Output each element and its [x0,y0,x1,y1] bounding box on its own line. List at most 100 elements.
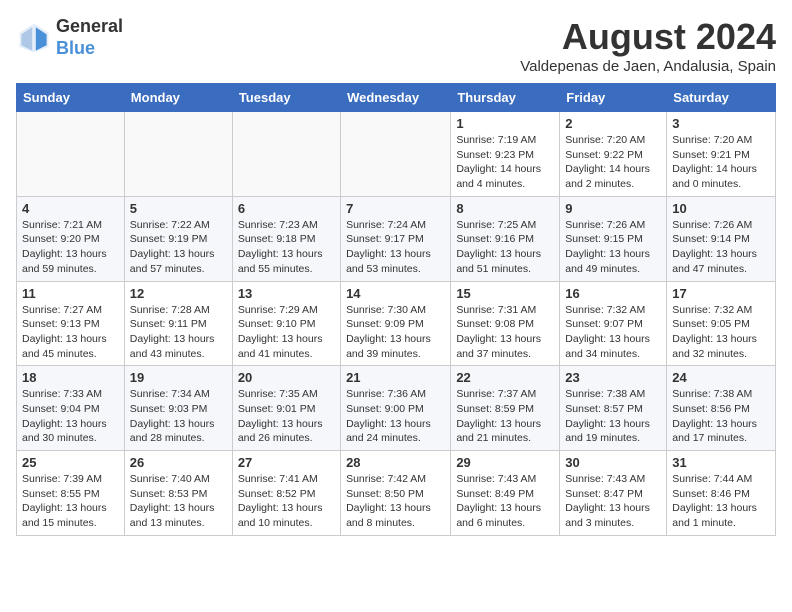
calendar-cell [124,112,232,197]
weekday-header-monday: Monday [124,84,232,112]
calendar-cell: 26 Sunrise: 7:40 AM Sunset: 8:53 PM Dayli… [124,451,232,536]
calendar-cell: 16 Sunrise: 7:32 AM Sunset: 9:07 PM Dayli… [560,281,667,366]
day-info: Sunrise: 7:37 AM Sunset: 8:59 PM Dayligh… [456,387,554,446]
day-number: 24 [672,370,770,385]
calendar-cell: 22 Sunrise: 7:37 AM Sunset: 8:59 PM Dayli… [451,366,560,451]
weekday-header-thursday: Thursday [451,84,560,112]
day-info: Sunrise: 7:33 AM Sunset: 9:04 PM Dayligh… [22,387,119,446]
location: Valdepenas de Jaen, Andalusia, Spain [520,58,776,75]
day-number: 1 [456,116,554,131]
calendar-cell: 21 Sunrise: 7:36 AM Sunset: 9:00 PM Dayli… [341,366,451,451]
day-info: Sunrise: 7:35 AM Sunset: 9:01 PM Dayligh… [238,387,335,446]
day-number: 6 [238,201,335,216]
weekday-header-saturday: Saturday [667,84,776,112]
day-number: 7 [346,201,445,216]
week-row-1: 1 Sunrise: 7:19 AM Sunset: 9:23 PM Daylig… [17,112,776,197]
day-info: Sunrise: 7:31 AM Sunset: 9:08 PM Dayligh… [456,303,554,362]
calendar-cell: 15 Sunrise: 7:31 AM Sunset: 9:08 PM Dayli… [451,281,560,366]
calendar-cell: 2Sunrise: 7:20 AM Sunset: 9:22 PM Daylig… [560,112,667,197]
logo-icon [16,20,52,56]
day-number: 14 [346,286,445,301]
calendar-cell: 29 Sunrise: 7:43 AM Sunset: 8:49 PM Dayli… [451,451,560,536]
calendar-cell [17,112,125,197]
day-number: 4 [22,201,119,216]
week-row-5: 25 Sunrise: 7:39 AM Sunset: 8:55 PM Dayli… [17,451,776,536]
day-number: 20 [238,370,335,385]
day-info: Sunrise: 7:43 AM Sunset: 8:47 PM Dayligh… [565,472,661,531]
day-number: 17 [672,286,770,301]
logo-text: General Blue [56,16,123,59]
month-year: August 2024 [520,16,776,58]
day-number: 18 [22,370,119,385]
calendar-cell: 25 Sunrise: 7:39 AM Sunset: 8:55 PM Dayli… [17,451,125,536]
calendar-cell: 1 Sunrise: 7:19 AM Sunset: 9:23 PM Daylig… [451,112,560,197]
day-info: Sunrise: 7:41 AM Sunset: 8:52 PM Dayligh… [238,472,335,531]
day-info: Sunrise: 7:26 AM Sunset: 9:15 PM Dayligh… [565,218,661,277]
calendar-cell: 30Sunrise: 7:43 AM Sunset: 8:47 PM Dayli… [560,451,667,536]
day-info: Sunrise: 7:27 AM Sunset: 9:13 PM Dayligh… [22,303,119,362]
page-header: General Blue August 2024 Valdepenas de J… [16,16,776,75]
day-number: 25 [22,455,119,470]
day-info: Sunrise: 7:32 AM Sunset: 9:07 PM Dayligh… [565,303,661,362]
day-number: 28 [346,455,445,470]
weekday-header-friday: Friday [560,84,667,112]
week-row-2: 4 Sunrise: 7:21 AM Sunset: 9:20 PM Daylig… [17,196,776,281]
day-info: Sunrise: 7:19 AM Sunset: 9:23 PM Dayligh… [456,133,554,192]
calendar-cell [232,112,340,197]
day-info: Sunrise: 7:43 AM Sunset: 8:49 PM Dayligh… [456,472,554,531]
day-info: Sunrise: 7:39 AM Sunset: 8:55 PM Dayligh… [22,472,119,531]
day-number: 26 [130,455,227,470]
day-info: Sunrise: 7:26 AM Sunset: 9:14 PM Dayligh… [672,218,770,277]
week-row-4: 18 Sunrise: 7:33 AM Sunset: 9:04 PM Dayli… [17,366,776,451]
calendar-cell [341,112,451,197]
day-number: 5 [130,201,227,216]
title-block: August 2024 Valdepenas de Jaen, Andalusi… [520,16,776,75]
calendar-cell: 5 Sunrise: 7:22 AM Sunset: 9:19 PM Daylig… [124,196,232,281]
calendar-cell: 18 Sunrise: 7:33 AM Sunset: 9:04 PM Dayli… [17,366,125,451]
calendar-cell: 7 Sunrise: 7:24 AM Sunset: 9:17 PM Daylig… [341,196,451,281]
day-info: Sunrise: 7:25 AM Sunset: 9:16 PM Dayligh… [456,218,554,277]
calendar-cell: 11 Sunrise: 7:27 AM Sunset: 9:13 PM Dayli… [17,281,125,366]
day-info: Sunrise: 7:36 AM Sunset: 9:00 PM Dayligh… [346,387,445,446]
calendar-cell: 31 Sunrise: 7:44 AM Sunset: 8:46 PM Dayli… [667,451,776,536]
day-info: Sunrise: 7:38 AM Sunset: 8:56 PM Dayligh… [672,387,770,446]
day-info: Sunrise: 7:40 AM Sunset: 8:53 PM Dayligh… [130,472,227,531]
calendar-cell: 3Sunrise: 7:20 AM Sunset: 9:21 PM Daylig… [667,112,776,197]
day-number: 9 [565,201,661,216]
calendar-cell: 23 Sunrise: 7:38 AM Sunset: 8:57 PM Dayli… [560,366,667,451]
day-info: Sunrise: 7:38 AM Sunset: 8:57 PM Dayligh… [565,387,661,446]
calendar-cell: 24 Sunrise: 7:38 AM Sunset: 8:56 PM Dayli… [667,366,776,451]
day-info: Sunrise: 7:30 AM Sunset: 9:09 PM Dayligh… [346,303,445,362]
day-number: 15 [456,286,554,301]
calendar-cell: 13Sunrise: 7:29 AM Sunset: 9:10 PM Dayli… [232,281,340,366]
day-number: 10 [672,201,770,216]
day-number: 19 [130,370,227,385]
day-info: Sunrise: 7:23 AM Sunset: 9:18 PM Dayligh… [238,218,335,277]
calendar-cell: 14 Sunrise: 7:30 AM Sunset: 9:09 PM Dayli… [341,281,451,366]
day-info: Sunrise: 7:42 AM Sunset: 8:50 PM Dayligh… [346,472,445,531]
day-number: 11 [22,286,119,301]
day-info: Sunrise: 7:24 AM Sunset: 9:17 PM Dayligh… [346,218,445,277]
day-number: 21 [346,370,445,385]
day-number: 29 [456,455,554,470]
day-number: 23 [565,370,661,385]
calendar-cell: 17Sunrise: 7:32 AM Sunset: 9:05 PM Dayli… [667,281,776,366]
weekday-header-tuesday: Tuesday [232,84,340,112]
calendar-cell: 27Sunrise: 7:41 AM Sunset: 8:52 PM Dayli… [232,451,340,536]
day-number: 8 [456,201,554,216]
day-info: Sunrise: 7:44 AM Sunset: 8:46 PM Dayligh… [672,472,770,531]
calendar-cell: 12Sunrise: 7:28 AM Sunset: 9:11 PM Dayli… [124,281,232,366]
weekday-header-wednesday: Wednesday [341,84,451,112]
day-number: 31 [672,455,770,470]
day-info: Sunrise: 7:34 AM Sunset: 9:03 PM Dayligh… [130,387,227,446]
weekday-header-row: SundayMondayTuesdayWednesdayThursdayFrid… [17,84,776,112]
day-info: Sunrise: 7:21 AM Sunset: 9:20 PM Dayligh… [22,218,119,277]
day-info: Sunrise: 7:20 AM Sunset: 9:21 PM Dayligh… [672,133,770,192]
calendar-cell: 8 Sunrise: 7:25 AM Sunset: 9:16 PM Daylig… [451,196,560,281]
calendar-cell: 20 Sunrise: 7:35 AM Sunset: 9:01 PM Dayli… [232,366,340,451]
day-number: 16 [565,286,661,301]
day-number: 22 [456,370,554,385]
calendar-cell: 10 Sunrise: 7:26 AM Sunset: 9:14 PM Dayli… [667,196,776,281]
day-info: Sunrise: 7:22 AM Sunset: 9:19 PM Dayligh… [130,218,227,277]
logo: General Blue [16,16,123,59]
